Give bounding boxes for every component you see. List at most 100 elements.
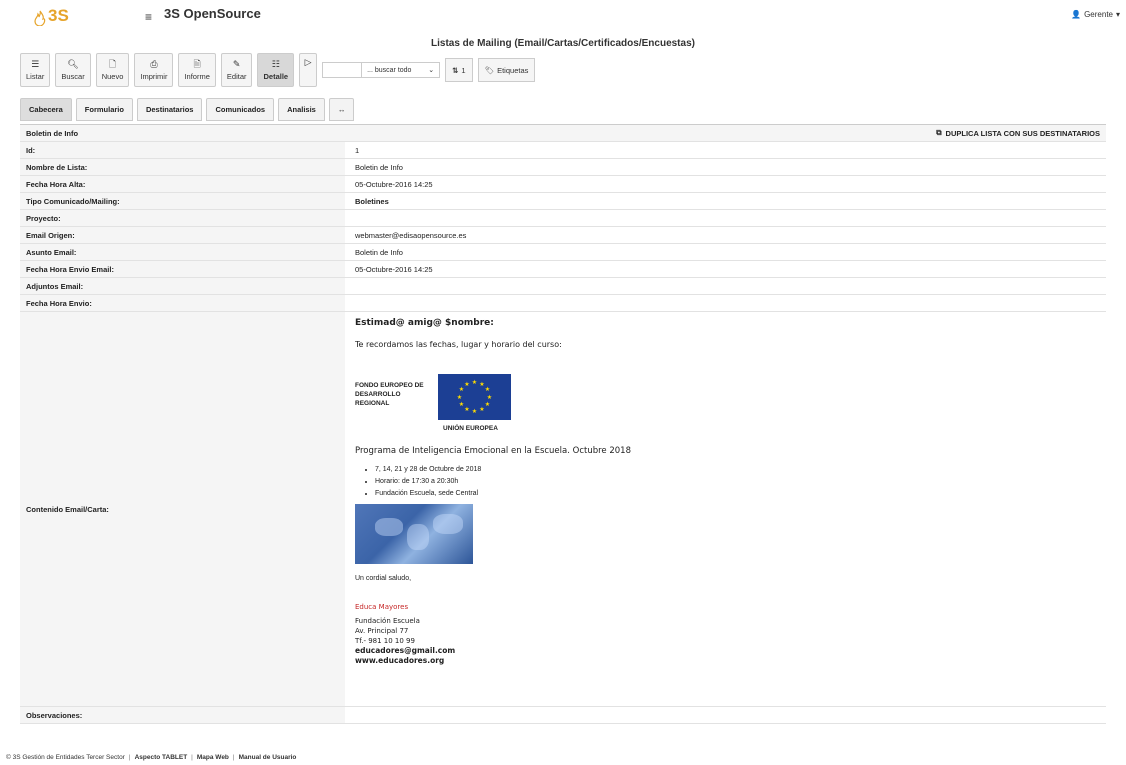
email-greeting: Estimad@ amig@ $nombre: bbox=[355, 318, 494, 328]
nuevo-button[interactable]: 🗋 Nuevo bbox=[95, 53, 130, 87]
counter-button[interactable]: ⇅ 1 bbox=[445, 58, 473, 82]
section-title: Boletin de Info bbox=[20, 125, 937, 141]
app-logo[interactable]: 3S bbox=[34, 6, 69, 26]
svg-text:★: ★ bbox=[457, 394, 462, 401]
org-email: educadores@gmail.com bbox=[355, 646, 456, 655]
user-menu[interactable]: 👤 Gerente ▾ bbox=[1071, 10, 1120, 19]
tab-comunicados[interactable]: Comunicados bbox=[206, 98, 275, 121]
footer-separator: | bbox=[191, 754, 193, 761]
org-line: Av. Principal 77 bbox=[355, 627, 409, 635]
email-closing: Un cordial saludo, bbox=[355, 575, 412, 582]
buscar-button[interactable]: 🔍︎ Buscar bbox=[55, 53, 91, 87]
tab-formulario[interactable]: Formulario bbox=[75, 98, 133, 121]
field-value: Boletin de Info bbox=[355, 247, 403, 257]
field-value bbox=[345, 295, 1106, 311]
detalle-button[interactable]: ☷ Detalle bbox=[257, 53, 295, 87]
detail-list-icon: ☷ bbox=[271, 58, 280, 69]
editar-button[interactable]: ✎ Editar bbox=[220, 53, 253, 87]
field-label: Email Origen: bbox=[20, 227, 345, 243]
logo-text: 3S bbox=[48, 6, 69, 25]
svg-text:★: ★ bbox=[485, 401, 490, 408]
list-item: Horario: de 17:30 a 20:30h bbox=[375, 476, 481, 488]
svg-text:★: ★ bbox=[472, 379, 477, 386]
field-label: Adjuntos Email: bbox=[20, 278, 345, 294]
informe-button[interactable]: 🗎 Informe bbox=[178, 53, 216, 87]
footer-link-manual[interactable]: Manual de Usuario bbox=[239, 754, 297, 761]
field-row-fecha-envio: Fecha Hora Envio: bbox=[20, 295, 1106, 312]
footer-link-aspecto[interactable]: Aspecto TABLET bbox=[135, 754, 188, 761]
field-row-contenido: Contenido Email/Carta: Estimad@ amig@ $n… bbox=[20, 312, 1106, 707]
menu-icon[interactable]: ≡ bbox=[145, 10, 152, 24]
toolbar: ☰ Listar 🔍︎ Buscar 🗋 Nuevo ⎙ Imprimir 🗎 … bbox=[20, 53, 536, 87]
org-line: Tf.- 981 10 10 99 bbox=[355, 637, 415, 645]
buscar-label: Buscar bbox=[61, 71, 85, 81]
edit-icon: ✎ bbox=[232, 58, 241, 69]
field-value: 05-Octubre-2016 14:25 bbox=[355, 179, 433, 189]
field-label: Tipo Comunicado/Mailing: bbox=[20, 193, 345, 209]
email-signature: Educa Mayores Fundación Escuela Av. Prin… bbox=[355, 602, 455, 666]
tab-cabecera[interactable]: Cabecera bbox=[20, 98, 72, 121]
field-row-fecha-envio-email: Fecha Hora Envio Email: 05-Octubre-2016 … bbox=[20, 261, 1106, 278]
field-label: Id: bbox=[20, 142, 345, 158]
feder-logo-text: FONDO EUROPEO DE DESARROLLO REGIONAL bbox=[355, 382, 424, 407]
email-bullet-list: 7, 14, 21 y 28 de Octubre de 2018 Horari… bbox=[375, 464, 481, 500]
eu-caption: UNIÓN EUROPEA bbox=[443, 425, 498, 432]
field-label: Nombre de Lista: bbox=[20, 159, 345, 175]
tab-analisis[interactable]: Analisis bbox=[278, 98, 325, 121]
search-scope-value: ... buscar todo bbox=[367, 66, 412, 74]
field-row-observaciones: Observaciones: bbox=[20, 707, 1106, 724]
detail-form: Boletin de Info ⧉ DUPLICA LISTA CON SUS … bbox=[20, 124, 1106, 724]
etiquetas-label: Etiquetas bbox=[497, 65, 529, 75]
imprimir-label: Imprimir bbox=[140, 71, 168, 81]
email-intro: Te recordamos las fechas, lugar y horari… bbox=[355, 340, 562, 349]
field-row-email-origen: Email Origen: webmaster@edisaopensource.… bbox=[20, 227, 1106, 244]
field-value bbox=[345, 707, 1106, 723]
svg-text:★: ★ bbox=[459, 401, 464, 408]
field-row-nombre: Nombre de Lista: Boletin de Info bbox=[20, 159, 1106, 176]
tab-destinatarios[interactable]: Destinatarios bbox=[136, 98, 203, 121]
field-value: 05-Octubre-2016 14:25 bbox=[355, 264, 433, 274]
caret-down-icon: ▾ bbox=[1115, 10, 1120, 19]
org-line: Fundación Escuela bbox=[355, 617, 420, 625]
listar-button[interactable]: ☰ Listar bbox=[20, 53, 51, 87]
etiquetas-button[interactable]: 🏷︎ Etiquetas bbox=[477, 58, 536, 82]
brand-name: 3S OpenSource bbox=[164, 6, 261, 21]
copy-icon: ⧉ bbox=[936, 128, 942, 137]
user-name: Gerente bbox=[1084, 10, 1113, 19]
next-button[interactable]: ▷ bbox=[299, 53, 318, 87]
svg-text:★: ★ bbox=[479, 406, 484, 413]
tab-bar: Cabecera Formulario Destinatarios Comuni… bbox=[20, 98, 355, 121]
counter-value: 1 bbox=[461, 65, 466, 75]
footer-copyright: © 3S Gestión de Entidades Tercer Sector bbox=[6, 754, 125, 761]
imprimir-button[interactable]: ⎙ Imprimir bbox=[134, 53, 174, 87]
field-label: Contenido Email/Carta: bbox=[20, 312, 345, 706]
search-input[interactable] bbox=[322, 62, 363, 78]
svg-text:★: ★ bbox=[472, 408, 477, 415]
svg-text:★: ★ bbox=[464, 381, 469, 388]
eu-flag-icon: ★ ★ ★ ★ ★ ★ ★ ★ ★ ★ ★ ★ bbox=[438, 374, 511, 420]
tab-expand[interactable]: ↔ bbox=[328, 98, 355, 121]
list-item: 7, 14, 21 y 28 de Octubre de 2018 bbox=[375, 464, 481, 476]
list-icon: ☰ bbox=[31, 58, 40, 69]
world-map-image bbox=[355, 504, 473, 564]
report-icon: 🗎 bbox=[193, 58, 201, 69]
duplicate-list-link[interactable]: ⧉ DUPLICA LISTA CON SUS DESTINATARIOS bbox=[936, 125, 1106, 141]
search-scope-select[interactable]: ... buscar todo ⌄ bbox=[361, 62, 441, 78]
listar-label: Listar bbox=[26, 71, 45, 81]
list-item: Fundación Escuela, sede Central bbox=[375, 488, 481, 500]
field-label: Fecha Hora Envio Email: bbox=[20, 261, 345, 277]
field-row-proyecto: Proyecto: bbox=[20, 210, 1106, 227]
sort-icon: ⇅ bbox=[452, 65, 459, 75]
field-label: Fecha Hora Alta: bbox=[20, 176, 345, 192]
footer-link-mapa[interactable]: Mapa Web bbox=[197, 754, 229, 761]
field-value: webmaster@edisaopensource.es bbox=[355, 230, 467, 240]
field-value bbox=[345, 278, 1106, 294]
labels-icon: 🏷︎ bbox=[484, 65, 495, 75]
form-header-row: Boletin de Info ⧉ DUPLICA LISTA CON SUS … bbox=[20, 125, 1106, 142]
detalle-label: Detalle bbox=[263, 71, 289, 81]
field-row-id: Id: 1 bbox=[20, 142, 1106, 159]
field-value: 1 bbox=[355, 145, 360, 155]
footer: © 3S Gestión de Entidades Tercer Sector … bbox=[6, 754, 296, 761]
page-title: Listas de Mailing (Email/Cartas/Certific… bbox=[431, 38, 695, 49]
svg-text:★: ★ bbox=[464, 406, 469, 413]
